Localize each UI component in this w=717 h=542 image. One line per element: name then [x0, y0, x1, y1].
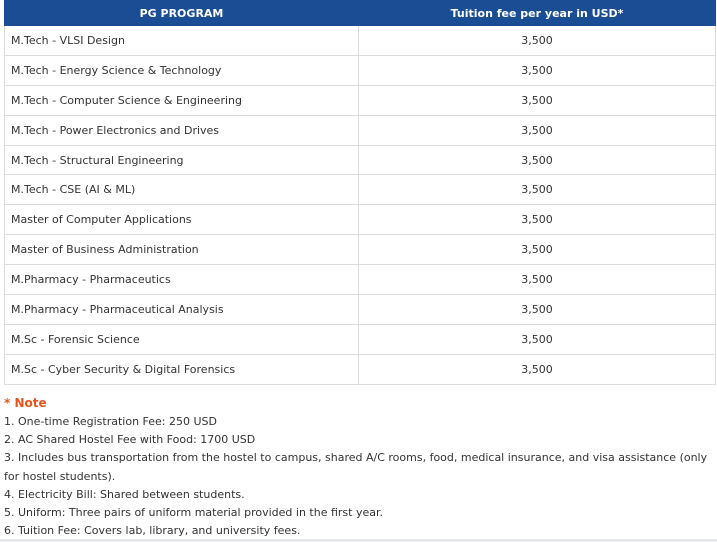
fee-cell: 3,500 — [358, 204, 716, 236]
fee-cell: 3,500 — [358, 234, 716, 266]
fee-table: PG PROGRAM Tuition fee per year in USD* … — [4, 0, 716, 385]
program-cell: M.Pharmacy - Pharmaceutics — [4, 264, 359, 296]
note-item: 6. Tuition Fee: Covers lab, library, and… — [4, 524, 301, 538]
fee-cell: 3,500 — [358, 353, 716, 385]
table-row: M.Tech - VLSI Design 3,500 — [4, 25, 716, 56]
table-row: M.Pharmacy - Pharmaceutics 3,500 — [4, 264, 716, 296]
table-row: Master of Computer Applications 3,500 — [4, 204, 716, 236]
note-item: 5. Uniform: Three pairs of uniform mater… — [4, 506, 383, 520]
page: PG PROGRAM Tuition fee per year in USD* … — [0, 0, 717, 542]
table-row: M.Sc - Forensic Science 3,500 — [4, 323, 716, 355]
program-cell: M.Tech - CSE (AI & ML) — [4, 174, 359, 206]
table-row: M.Tech - Computer Science & Engineering … — [4, 84, 716, 116]
program-cell: Master of Business Administration — [4, 234, 359, 266]
program-cell: M.Sc - Cyber Security & Digital Forensic… — [4, 353, 359, 385]
table-row: M.Tech - Power Electronics and Drives 3,… — [4, 114, 716, 146]
table-row: M.Tech - CSE (AI & ML) 3,500 — [4, 174, 716, 206]
program-cell: M.Sc - Forensic Science — [4, 323, 359, 355]
note-item: 4. Electricity Bill: Shared between stud… — [4, 487, 245, 501]
note-item: 3. Includes bus transportation from the … — [4, 451, 708, 483]
table-header-row: PG PROGRAM Tuition fee per year in USD* — [4, 0, 716, 26]
fee-cell: 3,500 — [358, 114, 716, 146]
fee-cell: 3,500 — [358, 264, 716, 296]
header-program: PG PROGRAM — [4, 0, 359, 26]
note-item: 1. One-time Registration Fee: 250 USD — [4, 415, 217, 428]
note-item: 2. AC Shared Hostel Fee with Food: 1700 … — [4, 433, 256, 447]
header-tuition-fee: Tuition fee per year in USD* — [358, 0, 716, 26]
fee-cell: 3,500 — [358, 84, 716, 116]
program-cell: M.Tech - VLSI Design — [4, 25, 359, 56]
program-cell: Master of Computer Applications — [4, 204, 359, 236]
program-cell: M.Tech - Power Electronics and Drives — [4, 114, 359, 146]
table-row: M.Tech - Energy Science & Technology 3,5… — [4, 54, 716, 86]
note-section: * Note 1. One-time Registration Fee: 250… — [4, 395, 710, 540]
table-row: M.Tech - Structural Engineering 3,500 — [4, 144, 716, 176]
fee-cell: 3,500 — [358, 323, 716, 355]
note-list: 1. One-time Registration Fee: 250 USD 2.… — [4, 413, 710, 540]
fee-cell: 3,500 — [358, 174, 716, 206]
note-title: * Note — [4, 396, 47, 410]
fee-cell: 3,500 — [358, 54, 716, 86]
fee-cell: 3,500 — [358, 144, 716, 176]
fee-cell: 3,500 — [358, 294, 716, 325]
program-cell: M.Tech - Structural Engineering — [4, 144, 359, 176]
fee-cell: 3,500 — [358, 25, 716, 56]
program-cell: M.Tech - Energy Science & Technology — [4, 54, 359, 86]
table-row: M.Sc - Cyber Security & Digital Forensic… — [4, 353, 716, 385]
program-cell: M.Pharmacy - Pharmaceutical Analysis — [4, 294, 359, 325]
table-row: M.Pharmacy - Pharmaceutical Analysis 3,5… — [4, 294, 716, 325]
table-row: Master of Business Administration 3,500 — [4, 234, 716, 266]
program-cell: M.Tech - Computer Science & Engineering — [4, 84, 359, 116]
